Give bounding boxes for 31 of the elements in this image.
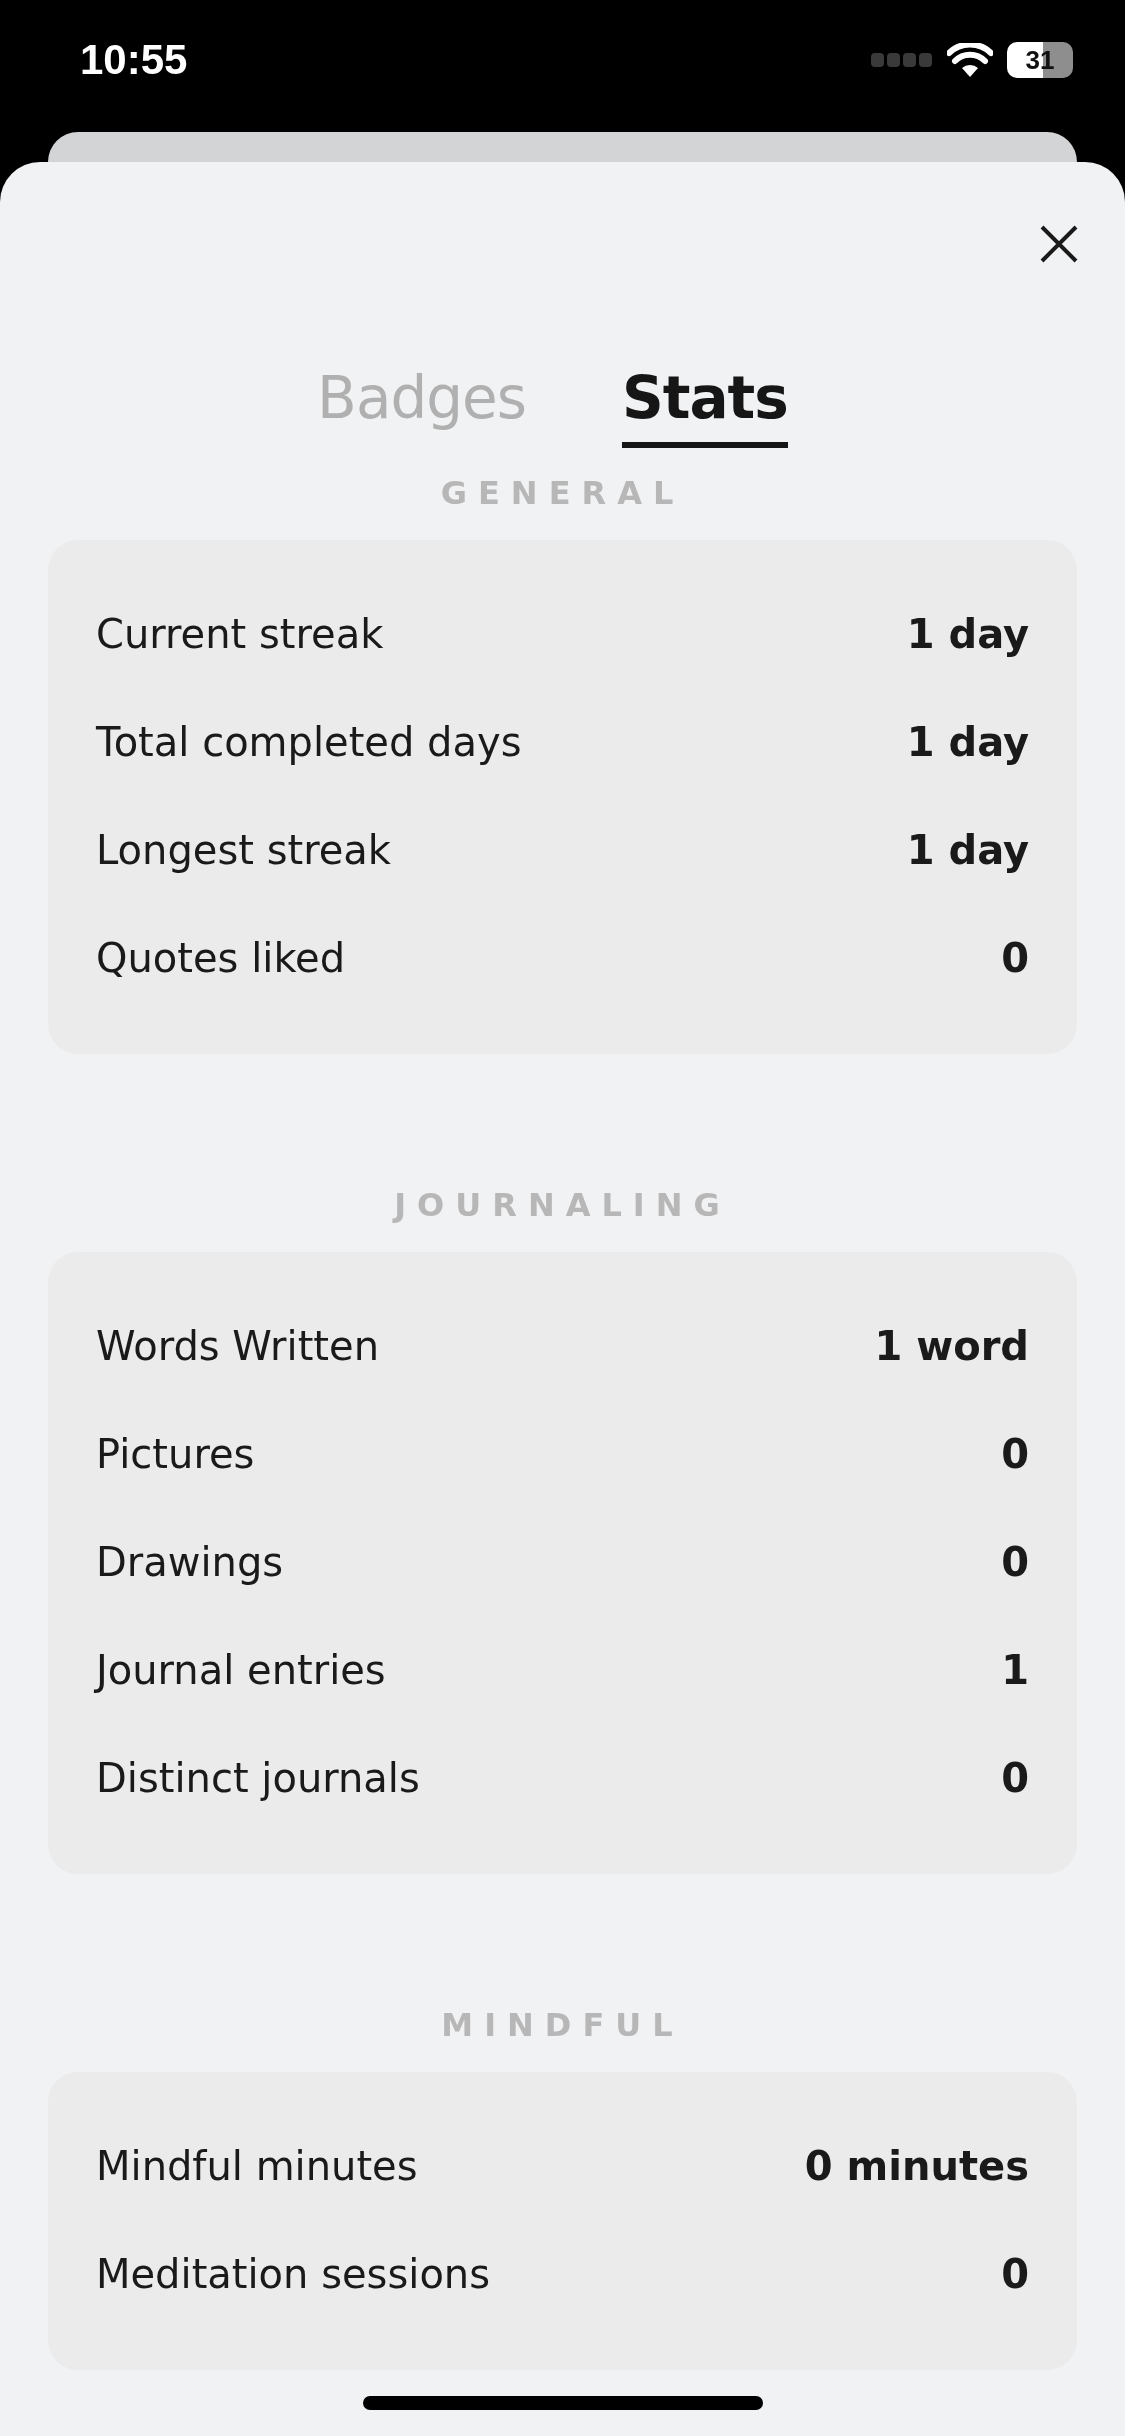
stat-value: 0: [1001, 1539, 1029, 1585]
status-time: 10:55: [80, 36, 188, 84]
stat-value: 0: [1001, 1431, 1029, 1477]
tab[interactable]: Stats: [622, 364, 788, 448]
stat-label: Quotes liked: [96, 935, 346, 981]
stat-value: 0: [1001, 2251, 1029, 2297]
stat-label: Meditation sessions: [96, 2251, 491, 2297]
stat-value: 1 word: [874, 1323, 1029, 1369]
stat-value: 1: [1001, 1647, 1029, 1693]
stat-value: 1 day: [906, 719, 1029, 765]
section-title: GENERAL: [439, 474, 686, 512]
stat-value: 0: [1001, 1755, 1029, 1801]
wifi-icon: [947, 43, 993, 77]
section-title: JOURNALING: [391, 1186, 732, 1224]
stat-value: 1 day: [906, 827, 1029, 873]
stat-label: Drawings: [96, 1539, 284, 1585]
battery-level: 31: [1025, 44, 1055, 76]
close-button[interactable]: [1039, 224, 1079, 264]
signal-icon: [871, 53, 933, 67]
stat-value: 0: [1001, 935, 1029, 981]
stat-label: Words Written: [96, 1323, 379, 1369]
stat-label: Longest streak: [96, 827, 392, 873]
stat-label: Journal entries: [96, 1647, 386, 1693]
stat-label: Mindful minutes: [96, 2143, 418, 2189]
stat-label: Pictures: [96, 1431, 255, 1477]
stat-label: Current streak: [96, 611, 384, 657]
stat-label: Total completed days: [96, 719, 522, 765]
stat-label: Distinct journals: [96, 1755, 420, 1801]
section-title: MINDFUL: [440, 2006, 685, 2044]
stat-value: 1 day: [906, 611, 1029, 657]
stat-value: 0 minutes: [804, 2143, 1029, 2189]
